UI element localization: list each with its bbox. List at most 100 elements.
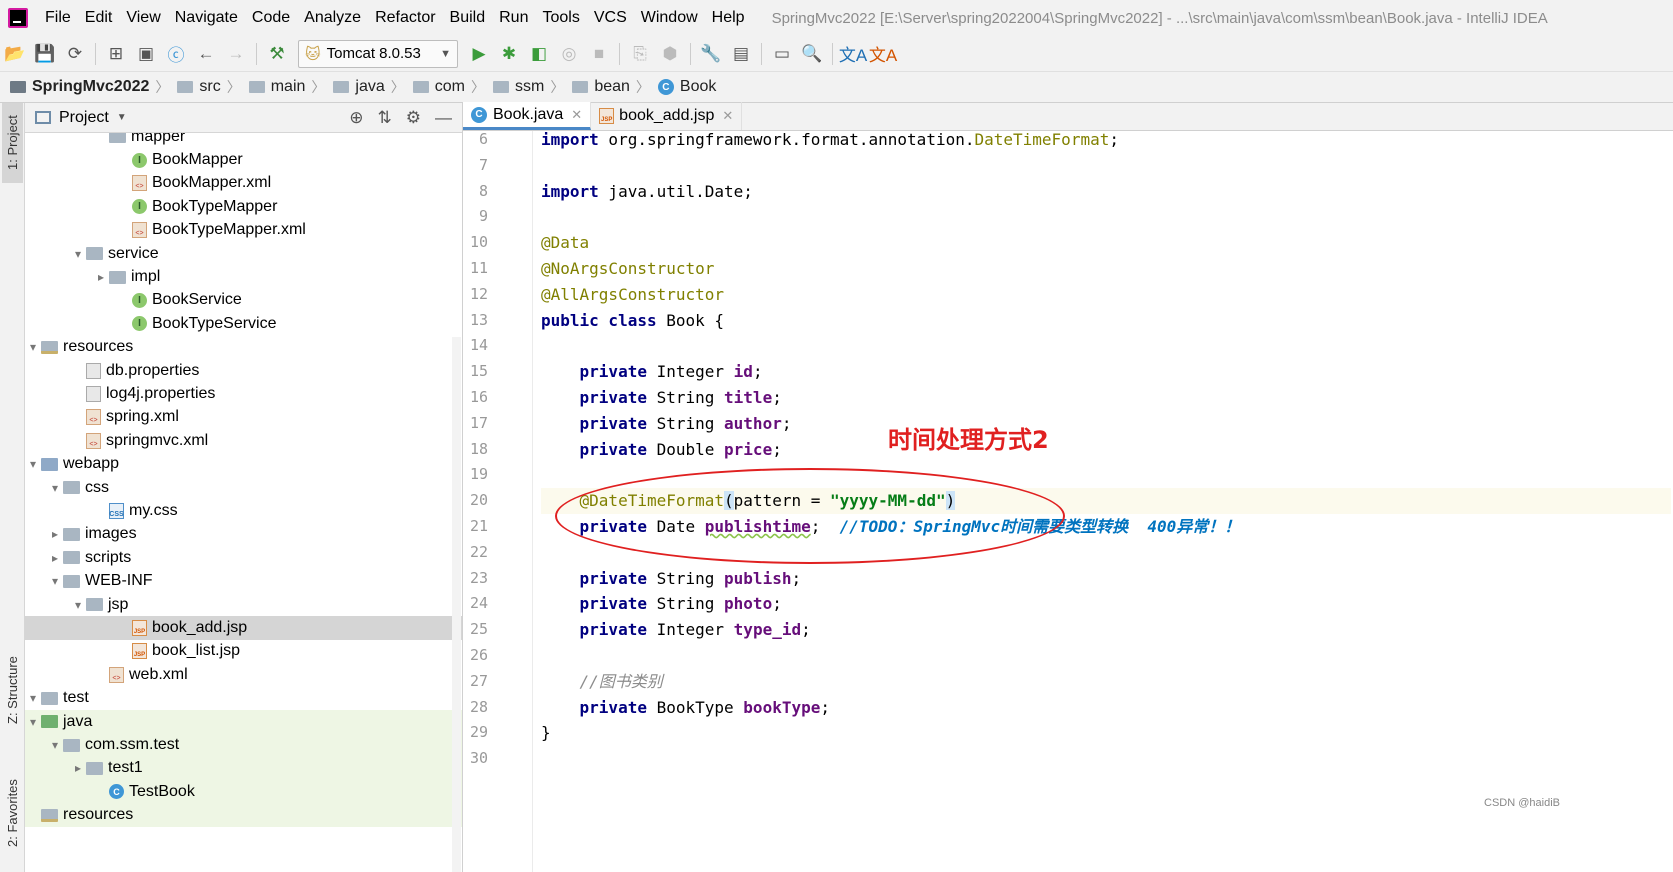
code-line[interactable]: } [541, 720, 1671, 746]
breadcrumb-item[interactable]: java 〉 [333, 77, 412, 97]
code-line[interactable]: @NoArgsConstructor [541, 256, 1671, 282]
chevron-down-icon[interactable]: ▾ [25, 691, 41, 705]
code-line[interactable] [541, 643, 1671, 669]
tree-item[interactable]: ▸ images [25, 523, 462, 546]
chevron-down-icon[interactable]: ▾ [70, 598, 86, 612]
code-line[interactable]: private String title; [541, 385, 1671, 411]
menu-run[interactable]: Run [492, 0, 535, 36]
code-line[interactable]: private BookType bookType; [541, 695, 1671, 721]
tree-item[interactable]: <> BookMapper.xml [25, 172, 462, 195]
breadcrumb-item[interactable]: C Book [657, 78, 716, 96]
code-line[interactable] [541, 746, 1671, 772]
code-line[interactable]: @AllArgsConstructor [541, 282, 1671, 308]
tree-item[interactable]: ▸ test1 [25, 756, 462, 781]
tree-item[interactable]: mapper [25, 133, 462, 148]
menu-vcs[interactable]: VCS [587, 0, 634, 36]
close-icon[interactable]: ✕ [571, 107, 582, 123]
project-structure-folder-icon[interactable]: ▤ [726, 39, 756, 69]
menu-code[interactable]: Code [245, 0, 297, 36]
tree-item[interactable]: I BookTypeMapper [25, 195, 462, 218]
tree-item[interactable]: ▸ scripts [25, 546, 462, 569]
close-icon[interactable]: ✕ [722, 108, 733, 124]
class-icon[interactable]: ⓒ [161, 39, 191, 69]
menu-refactor[interactable]: Refactor [368, 0, 442, 36]
tree-item[interactable]: C TestBook [25, 780, 462, 804]
chevron-down-icon[interactable]: ▾ [25, 715, 41, 729]
code-line[interactable] [541, 462, 1671, 488]
tree-item[interactable]: <> BookTypeMapper.xml [25, 219, 462, 242]
tree-item[interactable]: ▾ jsp [25, 593, 462, 616]
menu-build[interactable]: Build [443, 0, 493, 36]
code-line[interactable]: import org.springframework.format.annota… [541, 131, 1671, 153]
code-line[interactable]: private Integer type_id; [541, 617, 1671, 643]
code-line[interactable]: public class Book { [541, 308, 1671, 334]
breadcrumb-item[interactable]: SpringMvc2022 〉 [10, 77, 177, 97]
tree-item[interactable]: resources [25, 803, 462, 827]
code-line[interactable]: //图书类别 [541, 669, 1671, 695]
project-panel-title[interactable]: Project [59, 109, 109, 127]
tree-item[interactable]: ▾ css [25, 476, 462, 499]
code-line[interactable] [541, 333, 1671, 359]
code-line[interactable]: import java.util.Date; [541, 179, 1671, 205]
code-line[interactable]: private Integer id; [541, 359, 1671, 385]
save-icon[interactable]: 💾 [30, 39, 60, 69]
chevron-down-icon[interactable]: ▾ [70, 247, 86, 261]
tree-item[interactable]: I BookMapper [25, 148, 462, 171]
code-line[interactable]: @DateTimeFormat(pattern = "yyyy-MM-dd") [541, 488, 1671, 514]
tab-book_add-jsp[interactable]: JSP book_add.jsp ✕ [591, 102, 743, 130]
menu-navigate[interactable]: Navigate [168, 0, 245, 36]
tree-item[interactable]: <> spring.xml [25, 406, 462, 429]
tree-item[interactable]: I BookService [25, 289, 462, 312]
collapse-all-icon[interactable]: ⇅ [378, 108, 392, 128]
coverage-icon[interactable]: ◧ [524, 39, 554, 69]
tree-item[interactable]: log4j.properties [25, 382, 462, 405]
menu-tools[interactable]: Tools [535, 0, 586, 36]
profile-icon[interactable]: ◎ [554, 39, 584, 69]
settings-wrench-icon[interactable]: 🔧 [696, 39, 726, 69]
chevron-down-icon[interactable]: ▾ [47, 738, 63, 752]
code-line[interactable]: private Double price; [541, 437, 1671, 463]
breadcrumb-item[interactable]: bean 〉 [572, 77, 658, 97]
tree-scrollbar[interactable] [452, 337, 461, 872]
chevron-down-icon[interactable]: ▾ [47, 481, 63, 495]
code-line[interactable]: private String publish; [541, 566, 1671, 592]
tree-item[interactable]: I BookTypeService [25, 312, 462, 335]
code-line[interactable]: @Data [541, 230, 1671, 256]
code-line[interactable] [541, 204, 1671, 230]
vcs-update-icon[interactable]: ⬢ [655, 39, 685, 69]
code-line[interactable] [541, 540, 1671, 566]
project-structure-icon[interactable]: ⊞ [101, 39, 131, 69]
tree-item[interactable]: JSP book_add.jsp [25, 616, 462, 640]
tree-item[interactable]: ▾ java [25, 710, 462, 734]
back-arrow-icon[interactable]: ← [191, 39, 221, 69]
code-line[interactable]: private Date publishtime; //TODO：SpringM… [541, 514, 1671, 540]
sync-icon[interactable]: ⟳ [60, 39, 90, 69]
terminal-icon[interactable]: ▭ [767, 39, 797, 69]
menu-view[interactable]: View [119, 0, 167, 36]
structure-tool-button[interactable]: Z: Structure [2, 643, 23, 738]
tree-item[interactable]: ▸ impl [25, 265, 462, 288]
debug-icon[interactable]: ✱ [494, 39, 524, 69]
favorites-tool-button[interactable]: 2: Favorites [2, 758, 23, 868]
tree-item[interactable]: db.properties [25, 359, 462, 382]
hide-icon[interactable]: — [435, 108, 452, 128]
code-line[interactable]: private String photo; [541, 591, 1671, 617]
search-icon[interactable]: 🔍 [797, 39, 827, 69]
code-line[interactable]: private String author; [541, 411, 1671, 437]
tab-book-java[interactable]: C Book.java ✕ [463, 102, 592, 130]
vcs-icon[interactable]: ⎘ [625, 39, 655, 69]
menu-window[interactable]: Window [634, 0, 705, 36]
chevron-down-icon[interactable]: ▼ [117, 112, 127, 123]
locate-icon[interactable]: ⊕ [349, 108, 363, 128]
translate-alt-icon[interactable]: 文A [868, 39, 898, 69]
tree-item[interactable]: <> springmvc.xml [25, 429, 462, 452]
menu-edit[interactable]: Edit [78, 0, 120, 36]
build-hammer-icon[interactable]: ⚒ [262, 39, 292, 69]
chevron-right-icon[interactable]: ▸ [47, 527, 63, 541]
code-line[interactable] [541, 153, 1671, 179]
tree-item[interactable]: JSP book_list.jsp [25, 640, 462, 663]
run-config-select[interactable]: 🐱 Tomcat 8.0.53 ▼ [298, 39, 458, 68]
breadcrumb-item[interactable]: main 〉 [248, 77, 334, 97]
run-icon[interactable]: ▶ [464, 39, 494, 69]
chevron-right-icon[interactable]: ▸ [70, 761, 86, 775]
